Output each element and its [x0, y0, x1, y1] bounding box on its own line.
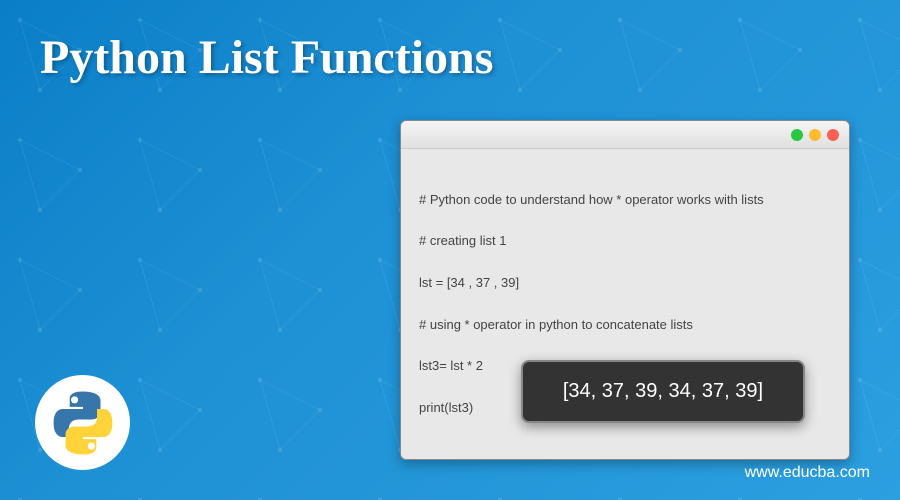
code-line: # creating list 1 [419, 231, 831, 252]
code-line: lst = [34 , 37 , 39] [419, 273, 831, 294]
python-logo [35, 375, 130, 470]
window-titlebar [401, 121, 849, 149]
python-logo-icon [48, 388, 118, 458]
code-line: # using * operator in python to concaten… [419, 315, 831, 336]
output-display: [34, 37, 39, 34, 37, 39] [521, 360, 805, 423]
window-minimize-icon [791, 129, 803, 141]
window-close-icon [827, 129, 839, 141]
code-line: # Python code to understand how * operat… [419, 190, 831, 211]
page-title: Python List Functions [40, 30, 493, 85]
window-maximize-icon [809, 129, 821, 141]
watermark-text: www.educba.com [745, 464, 870, 482]
